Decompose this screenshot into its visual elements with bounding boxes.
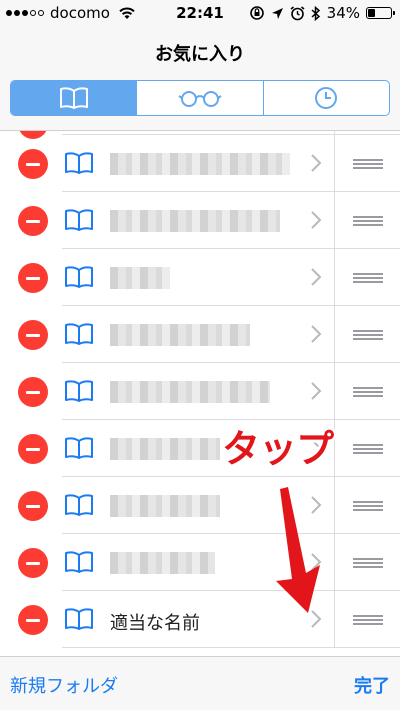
chevron-right-icon[interactable] — [310, 324, 322, 344]
bookmark-row[interactable] — [0, 192, 400, 249]
done-button[interactable]: 完了 — [354, 672, 390, 698]
reorder-handle[interactable] — [353, 501, 383, 511]
blurred-title — [110, 210, 280, 232]
delete-button[interactable] — [18, 548, 48, 578]
blurred-title — [110, 324, 250, 346]
bookmark-row[interactable] — [0, 363, 400, 420]
red-arrow-annotation — [276, 487, 320, 613]
blurred-title — [110, 267, 170, 289]
chevron-right-icon[interactable] — [310, 267, 322, 287]
bookmark-row[interactable] — [0, 534, 400, 591]
book-icon — [65, 209, 93, 231]
book-icon — [65, 152, 93, 174]
blurred-title — [110, 438, 220, 460]
reorder-handle[interactable] — [353, 216, 383, 226]
blurred-title — [110, 381, 270, 403]
bookmark-row[interactable] — [0, 477, 400, 534]
delete-button[interactable] — [18, 206, 48, 236]
delete-button[interactable] — [18, 605, 48, 635]
carrier-name: docomo — [50, 4, 110, 22]
reorder-handle[interactable] — [353, 330, 383, 340]
reorder-handle[interactable] — [353, 558, 383, 568]
delete-button[interactable] — [18, 491, 48, 521]
bookmark-title: 適当な名前 — [110, 613, 200, 634]
reorder-handle[interactable] — [353, 159, 383, 169]
reorder-handle[interactable] — [353, 273, 383, 283]
delete-button[interactable] — [18, 149, 48, 179]
book-icon — [65, 551, 93, 573]
page-title: お気に入り — [155, 44, 245, 65]
book-icon — [59, 87, 88, 109]
delete-button[interactable] — [18, 263, 48, 293]
delete-button[interactable] — [18, 377, 48, 407]
book-icon — [65, 323, 93, 345]
new-folder-button[interactable]: 新規フォルダ — [10, 672, 118, 698]
battery-percent: 34% — [326, 4, 360, 22]
book-icon — [65, 494, 93, 516]
reorder-handle[interactable] — [353, 444, 383, 454]
bookmark-row[interactable]: 適当な名前 — [0, 591, 400, 648]
bottom-toolbar: 新規フォルダ 完了 — [0, 656, 400, 710]
tab-history[interactable] — [264, 81, 389, 115]
battery-level — [368, 9, 376, 17]
blurred-title — [110, 153, 290, 175]
chevron-right-icon[interactable] — [310, 210, 322, 230]
tab-reading-list[interactable] — [137, 81, 264, 115]
delete-button[interactable] — [18, 320, 48, 350]
blurred-title — [110, 495, 220, 517]
tab-bookmarks[interactable] — [11, 81, 138, 115]
tap-annotation: タップ — [222, 427, 334, 471]
reorder-handle[interactable] — [353, 615, 383, 625]
book-icon — [65, 266, 93, 288]
bookmark-row[interactable] — [0, 249, 400, 306]
wifi-icon — [119, 7, 135, 19]
location-arrow-icon — [271, 7, 283, 19]
blurred-title — [110, 552, 215, 574]
bluetooth-icon — [311, 5, 320, 21]
book-icon — [65, 380, 93, 402]
battery-icon — [366, 7, 395, 19]
signal-strength-icon — [6, 10, 44, 16]
chevron-right-icon[interactable] — [310, 381, 322, 401]
book-icon — [65, 437, 93, 459]
book-icon — [65, 608, 93, 630]
reading-list-glasses-icon — [178, 91, 222, 107]
reorder-handle[interactable] — [353, 387, 383, 397]
history-clock-icon — [315, 87, 338, 109]
delete-button[interactable] — [18, 434, 48, 464]
bookmark-list: 適当な名前 — [0, 131, 400, 656]
bookmark-row[interactable] — [0, 420, 400, 477]
alarm-icon — [290, 5, 305, 20]
chevron-right-icon[interactable] — [310, 153, 322, 173]
status-bar: docomo 22:41 34% — [0, 0, 400, 26]
bookmark-row[interactable] — [0, 306, 400, 363]
bookmarks-segmented-control — [10, 80, 390, 116]
bookmark-row[interactable] — [0, 135, 400, 192]
rotation-lock-icon — [249, 6, 264, 20]
